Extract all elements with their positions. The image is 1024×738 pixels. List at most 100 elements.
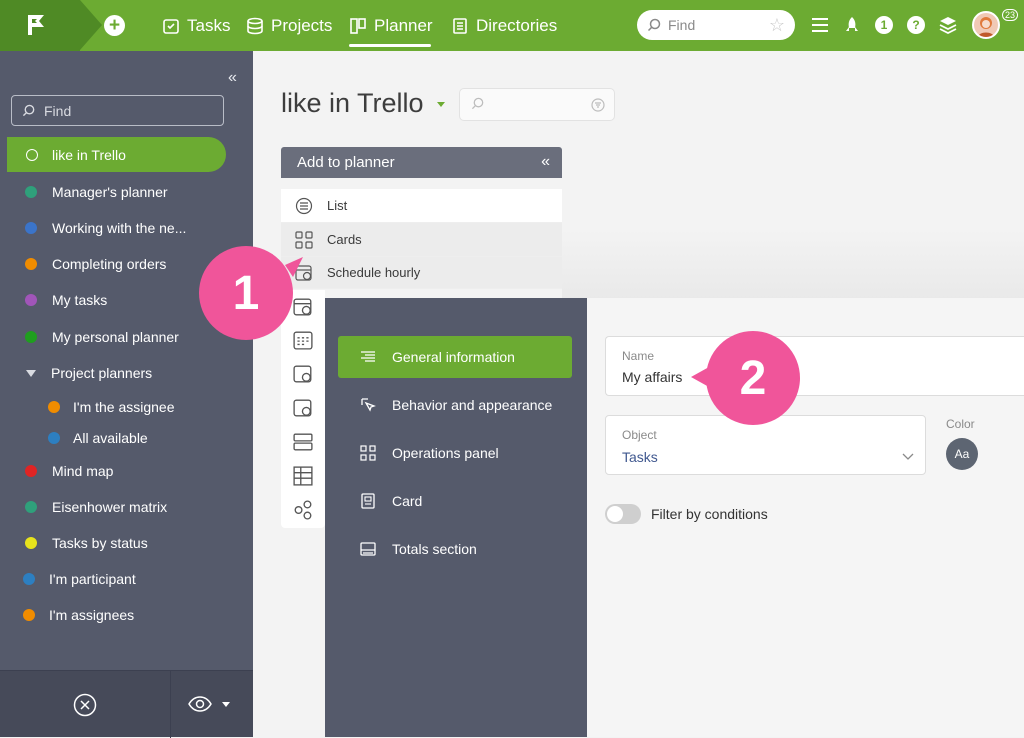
menu-label: Behavior and appearance [392,397,553,413]
sidebar: « Find like in Trello Manager's planner … [0,51,253,738]
planner-type-label: List [327,198,348,213]
color-dot [25,294,37,306]
color-dot [25,465,37,477]
sidebar-item-label: Eisenhower matrix [52,499,168,515]
filter-icon[interactable] [591,98,605,112]
name-field[interactable]: Name My affairs [605,336,1024,396]
sidebar-item-label: My personal planner [52,329,179,345]
star-icon[interactable]: ☆ [769,15,785,36]
list-icon [295,197,313,214]
rows-icon[interactable] [293,432,313,452]
card-icon [361,493,375,509]
nav-label: Directories [476,15,558,35]
logo-arrow [80,0,102,50]
layers-icon[interactable] [937,14,959,36]
sidebar-item-label: My tasks [52,292,108,308]
sidebar-item[interactable]: Eisenhower matrix [25,492,167,522]
caret-down-icon [26,369,36,377]
nav-label: Tasks [187,15,231,35]
planner-type-schedule-hourly[interactable]: Schedule hourly [281,257,562,289]
collapse-sidebar-icon[interactable]: « [228,69,237,87]
menu-icon[interactable] [809,14,831,36]
sidebar-item-active[interactable]: like in Trello [7,137,226,172]
notification-icon[interactable]: 1 [873,14,895,36]
nav-directories[interactable]: Directories [451,0,557,51]
grid-check-icon [360,445,376,461]
sidebar-item-label: Tasks by status [52,535,148,551]
menu-general-information[interactable]: General information [338,336,572,378]
sidebar-item-label: Manager's planner [52,184,168,200]
color-dot [25,222,37,234]
schedule-clock-icon[interactable] [293,364,313,384]
sidebar-group-project-planners[interactable]: Project planners [25,358,152,388]
planner-icon [350,17,366,34]
ring-icon [26,148,38,161]
nav-label: Projects [271,15,333,35]
close-circle-icon[interactable] [73,693,97,722]
schedule-daily-icon[interactable] [293,297,313,317]
nav-projects[interactable]: Projects [246,0,332,51]
collapse-panel-icon[interactable]: « [541,153,550,171]
sidebar-item[interactable]: Manager's planner [25,177,168,207]
menu-totals-section[interactable]: Totals section [338,528,572,570]
planner-type-icons [281,290,325,528]
sidebar-item[interactable]: Completing orders [25,249,166,279]
planner-type-label: Cards [327,232,362,247]
menu-card[interactable]: Card [338,480,572,522]
sidebar-item[interactable]: My personal planner [25,322,179,352]
totals-icon [360,542,376,556]
visibility-dropdown[interactable] [188,695,230,713]
active-nav-indicator [349,44,431,47]
planner-type-list[interactable]: List [281,189,562,223]
sidebar-item[interactable]: Working with the ne... [25,213,186,243]
mind-map-icon[interactable] [293,500,313,520]
color-dot [23,573,35,585]
menu-behavior-and-appearance[interactable]: Behavior and appearance [338,384,572,426]
search-placeholder: Find [44,102,72,119]
search-icon [647,18,661,31]
sidebar-group-label: Project planners [51,365,153,381]
planner-type-label: Schedule hourly [327,265,421,280]
menu-operations-panel[interactable]: Operations panel [338,432,572,474]
planner-type-cards[interactable]: Cards [281,223,562,257]
sidebar-footer [0,670,253,738]
table-icon[interactable] [293,466,313,486]
search-placeholder: Find [668,17,696,33]
object-select[interactable]: Object Tasks [605,415,926,475]
logo[interactable] [0,0,80,51]
rocket-icon[interactable] [841,14,863,36]
color-picker-button[interactable]: Aa [946,438,978,470]
sidebar-item[interactable]: I'm assignees [23,600,134,630]
sidebar-item-label: like in Trello [52,146,126,163]
backdrop-fade [562,230,1024,300]
menu-label: Card [392,493,423,509]
color-dot [25,258,37,270]
sidebar-subitem[interactable]: I'm the assignee [48,392,175,422]
color-dot [48,432,60,444]
chevron-down-icon [222,701,230,707]
sidebar-item[interactable]: Mind map [25,456,113,486]
sidebar-item-label: All available [73,430,148,446]
sidebar-item-label: Mind map [52,463,114,479]
sidebar-item[interactable]: Tasks by status [25,528,148,558]
nav-tasks[interactable]: Tasks [162,0,230,51]
avatar-badge: 23 [1002,9,1019,21]
avatar[interactable] [972,11,1000,39]
menu-label: General information [392,349,515,365]
help-icon[interactable]: ? [905,14,927,36]
sidebar-item[interactable]: I'm participant [23,564,136,594]
schedule-check-icon[interactable] [293,398,313,418]
calendar-icon[interactable] [293,330,313,350]
sidebar-item[interactable]: My tasks [25,285,107,315]
filter-toggle[interactable] [605,504,641,524]
title-dropdown-icon[interactable] [437,102,445,107]
color-dot [25,501,37,513]
color-dot [23,609,35,621]
sidebar-search-input[interactable]: Find [11,95,224,126]
sidebar-subitem[interactable]: All available [48,423,148,453]
add-button[interactable]: + [104,15,125,36]
sidebar-item-label: Completing orders [52,256,167,272]
page-title: like in Trello [281,88,424,118]
planner-search-input[interactable] [459,88,615,121]
top-search-input[interactable]: Find ☆ [637,10,795,40]
